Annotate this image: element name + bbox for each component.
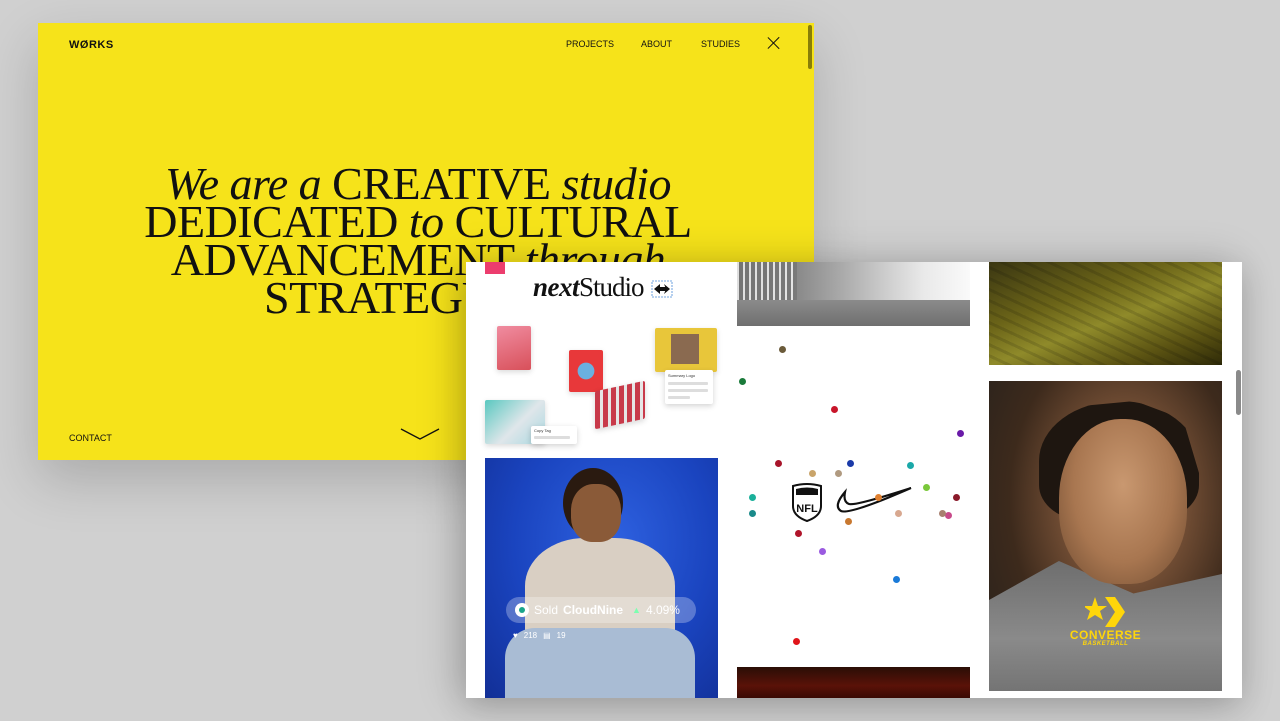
- mini-panel-title-2: Copy Tag: [534, 428, 551, 433]
- confetti-dot: [775, 460, 782, 467]
- cloudnine-icon: [515, 603, 529, 617]
- next-logo-bold: next: [533, 272, 580, 302]
- change-percent: 4.09%: [645, 603, 680, 617]
- nfl-nike-card[interactable]: NFL: [737, 340, 970, 660]
- converse-subtitle: BASKETBALL: [1082, 641, 1129, 647]
- shoe-thumbnail: [497, 326, 531, 370]
- confetti-dot: [749, 510, 756, 517]
- brand-name: CloudNine: [563, 603, 624, 617]
- photo-in-yellow: [671, 334, 699, 364]
- heart-icon: ♥: [513, 631, 518, 640]
- converse-basketball-card[interactable]: CONVERSE BASKETBALL: [989, 381, 1222, 691]
- nav-projects[interactable]: PROJECTS: [566, 39, 614, 49]
- next-studio-card[interactable]: nextStudio Summary Logo Copy Tag: [485, 262, 718, 444]
- confetti-dot: [749, 494, 756, 501]
- confetti-dot: [809, 470, 816, 477]
- confetti-dot: [939, 510, 946, 517]
- architecture-photo-card[interactable]: [737, 262, 970, 326]
- mini-field: [668, 389, 708, 392]
- confetti-dot: [945, 512, 952, 519]
- confetti-dot: [795, 530, 802, 537]
- confetti-dot: [847, 460, 854, 467]
- converse-star-chevron-icon: [1085, 597, 1125, 627]
- next-logo-regular: Studio: [579, 272, 645, 302]
- confetti-dot: [835, 470, 842, 477]
- confetti-dot: [739, 378, 746, 385]
- confetti-dot: [907, 462, 914, 469]
- svg-text:NFL: NFL: [796, 503, 818, 515]
- engagement-stats: ♥ 218 ▤ 19: [513, 631, 566, 640]
- scrollbar[interactable]: [808, 25, 812, 69]
- cloudnine-social-card[interactable]: Sold CloudNine ▲ 4.09% ♥ 218 ▤ 19: [485, 458, 718, 698]
- comments-count: 19: [556, 631, 566, 640]
- face-shape: [1059, 419, 1187, 584]
- scrollbar[interactable]: [1236, 370, 1241, 415]
- face-shape: [571, 484, 621, 542]
- sold-label: Sold: [534, 603, 559, 617]
- copy-tag-panel: Copy Tag: [531, 426, 577, 444]
- confetti-dot: [845, 518, 852, 525]
- arrow-up-icon: ▲: [632, 605, 641, 615]
- nav-about[interactable]: ABOUT: [641, 39, 672, 49]
- dark-photo-card[interactable]: [737, 667, 970, 698]
- comment-icon: ▤: [543, 631, 551, 640]
- mini-field: [668, 396, 690, 399]
- confetti-dot: [923, 484, 930, 491]
- likes-count: 218: [523, 631, 538, 640]
- contact-link[interactable]: CONTACT: [69, 433, 112, 443]
- confetti-dot: [779, 346, 786, 353]
- confetti-dot: [895, 510, 902, 517]
- confetti-dot: [957, 430, 964, 437]
- close-icon[interactable]: [766, 35, 782, 51]
- floor-shape: [737, 300, 970, 326]
- portfolio-gallery-window: nextStudio Summary Logo Copy Tag Sold Cl…: [466, 262, 1242, 698]
- hills-photo-card[interactable]: [989, 262, 1222, 365]
- converse-chevron-icon: [651, 280, 673, 298]
- pink-tag: [485, 262, 505, 274]
- summary-logo-panel: Summary Logo: [665, 370, 713, 404]
- confetti-dot: [893, 576, 900, 583]
- site-logo[interactable]: WØRKS: [69, 39, 114, 51]
- converse-brand: CONVERSE: [1069, 628, 1142, 642]
- confetti-dot: [819, 548, 826, 555]
- mini-panel-title: Summary Logo: [668, 373, 696, 378]
- mini-field: [534, 436, 570, 439]
- nav-studies[interactable]: STUDIES: [701, 39, 740, 49]
- confetti-dot: [953, 494, 960, 501]
- chevron-down-icon[interactable]: [400, 427, 440, 441]
- confetti-dot: [875, 494, 882, 501]
- confetti-dot: [793, 638, 800, 645]
- portrait-thumbnail: [569, 350, 603, 392]
- confetti-dot: [831, 406, 838, 413]
- yellow-thumbnail: [655, 328, 717, 372]
- sold-pill: Sold CloudNine ▲ 4.09%: [506, 597, 696, 623]
- next-studio-logo: nextStudio: [533, 272, 673, 303]
- mini-field: [668, 382, 708, 385]
- nfl-logo-icon: NFL: [792, 483, 822, 522]
